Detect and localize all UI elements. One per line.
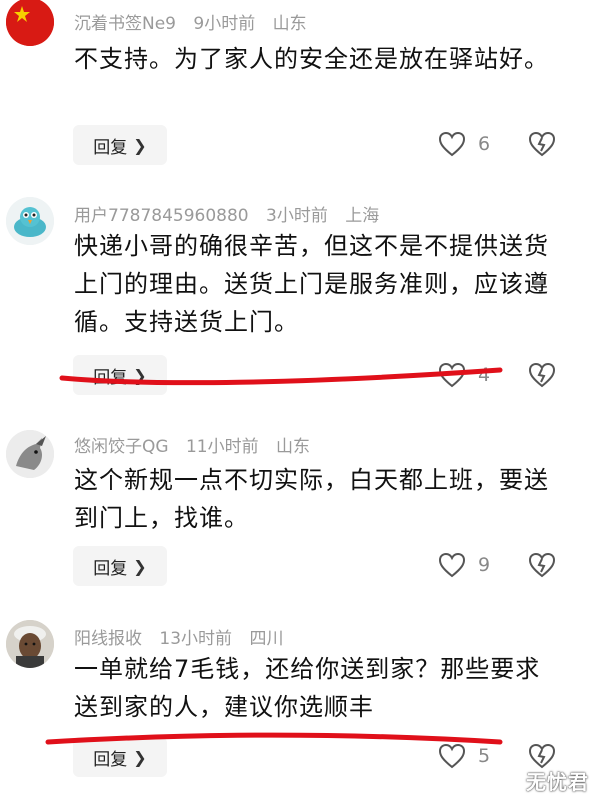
like-count: 5: [478, 745, 491, 767]
username[interactable]: 阳线报收: [74, 629, 142, 649]
username[interactable]: 悠闲饺子QG: [74, 437, 169, 457]
reply-button[interactable]: 回复 ❯: [73, 737, 167, 777]
avatar[interactable]: [6, 430, 54, 478]
dislike-button[interactable]: [528, 552, 556, 582]
reply-label: 回复: [93, 367, 128, 388]
reply-label: 回复: [93, 749, 128, 770]
comment-meta: 沉着书签Ne9 9小时前 山东: [74, 9, 319, 34]
comment-text: 快递小哥的确很辛苦，但这不是不提供送货上门的理由。送货上门是服务准则，应该遵循。…: [74, 232, 549, 336]
reply-label: 回复: [93, 137, 128, 158]
like-count: 4: [478, 364, 491, 386]
comment-text: 不支持。为了家人的安全还是放在驿站好。: [74, 45, 549, 73]
comment-meta: 悠闲饺子QG 11小时前 山东: [74, 432, 322, 457]
reply-button[interactable]: 回复 ❯: [73, 125, 167, 165]
like-button[interactable]: 6: [438, 131, 490, 157]
comment-location: 山东: [276, 437, 311, 457]
chevron-right-icon: ❯: [133, 365, 147, 385]
chevron-right-icon: ❯: [133, 135, 147, 155]
comment-location: 山东: [272, 14, 307, 34]
like-count: 6: [478, 133, 491, 155]
comment-time: 13小时前: [159, 629, 233, 649]
like-button[interactable]: 4: [438, 362, 490, 388]
dislike-button[interactable]: [528, 131, 556, 161]
avatar[interactable]: [6, 197, 54, 245]
like-count: 9: [478, 554, 491, 576]
heart-icon: [438, 131, 466, 157]
like-button[interactable]: 5: [438, 743, 490, 769]
comment-text: 一单就给7毛钱，还给你送到家？那些要求送到家的人，建议你选顺丰: [74, 655, 541, 721]
like-button[interactable]: 9: [438, 552, 490, 578]
username[interactable]: 沉着书签Ne9: [74, 14, 176, 34]
avatar[interactable]: [6, 620, 54, 668]
watermark: 无忧君: [526, 770, 589, 794]
comment-location: 上海: [345, 206, 380, 226]
broken-heart-icon: [528, 552, 556, 578]
chevron-right-icon: ❯: [133, 747, 147, 767]
broken-heart-icon: [528, 131, 556, 157]
broken-heart-icon: [528, 362, 556, 388]
dislike-button[interactable]: [528, 362, 556, 392]
comment-time: 9小时前: [193, 14, 256, 34]
comment-meta: 阳线报收 13小时前 四川: [74, 624, 295, 649]
username[interactable]: 用户7787845960880: [74, 206, 249, 226]
comment-meta: 用户7787845960880 3小时前 上海: [74, 201, 391, 226]
heart-icon: [438, 552, 466, 578]
reply-button[interactable]: 回复 ❯: [73, 546, 167, 586]
heart-icon: [438, 362, 466, 388]
reply-button[interactable]: 回复 ❯: [73, 355, 167, 395]
comment-time: 3小时前: [266, 206, 328, 226]
avatar[interactable]: [6, 0, 54, 46]
heart-icon: [438, 743, 466, 769]
comment-location: 四川: [249, 629, 284, 649]
comment-time: 11小时前: [185, 437, 259, 457]
comment-text: 这个新规一点不切实际，白天都上班，要送到门上，找谁。: [74, 466, 549, 532]
reply-label: 回复: [93, 558, 128, 579]
chevron-right-icon: ❯: [133, 556, 147, 576]
